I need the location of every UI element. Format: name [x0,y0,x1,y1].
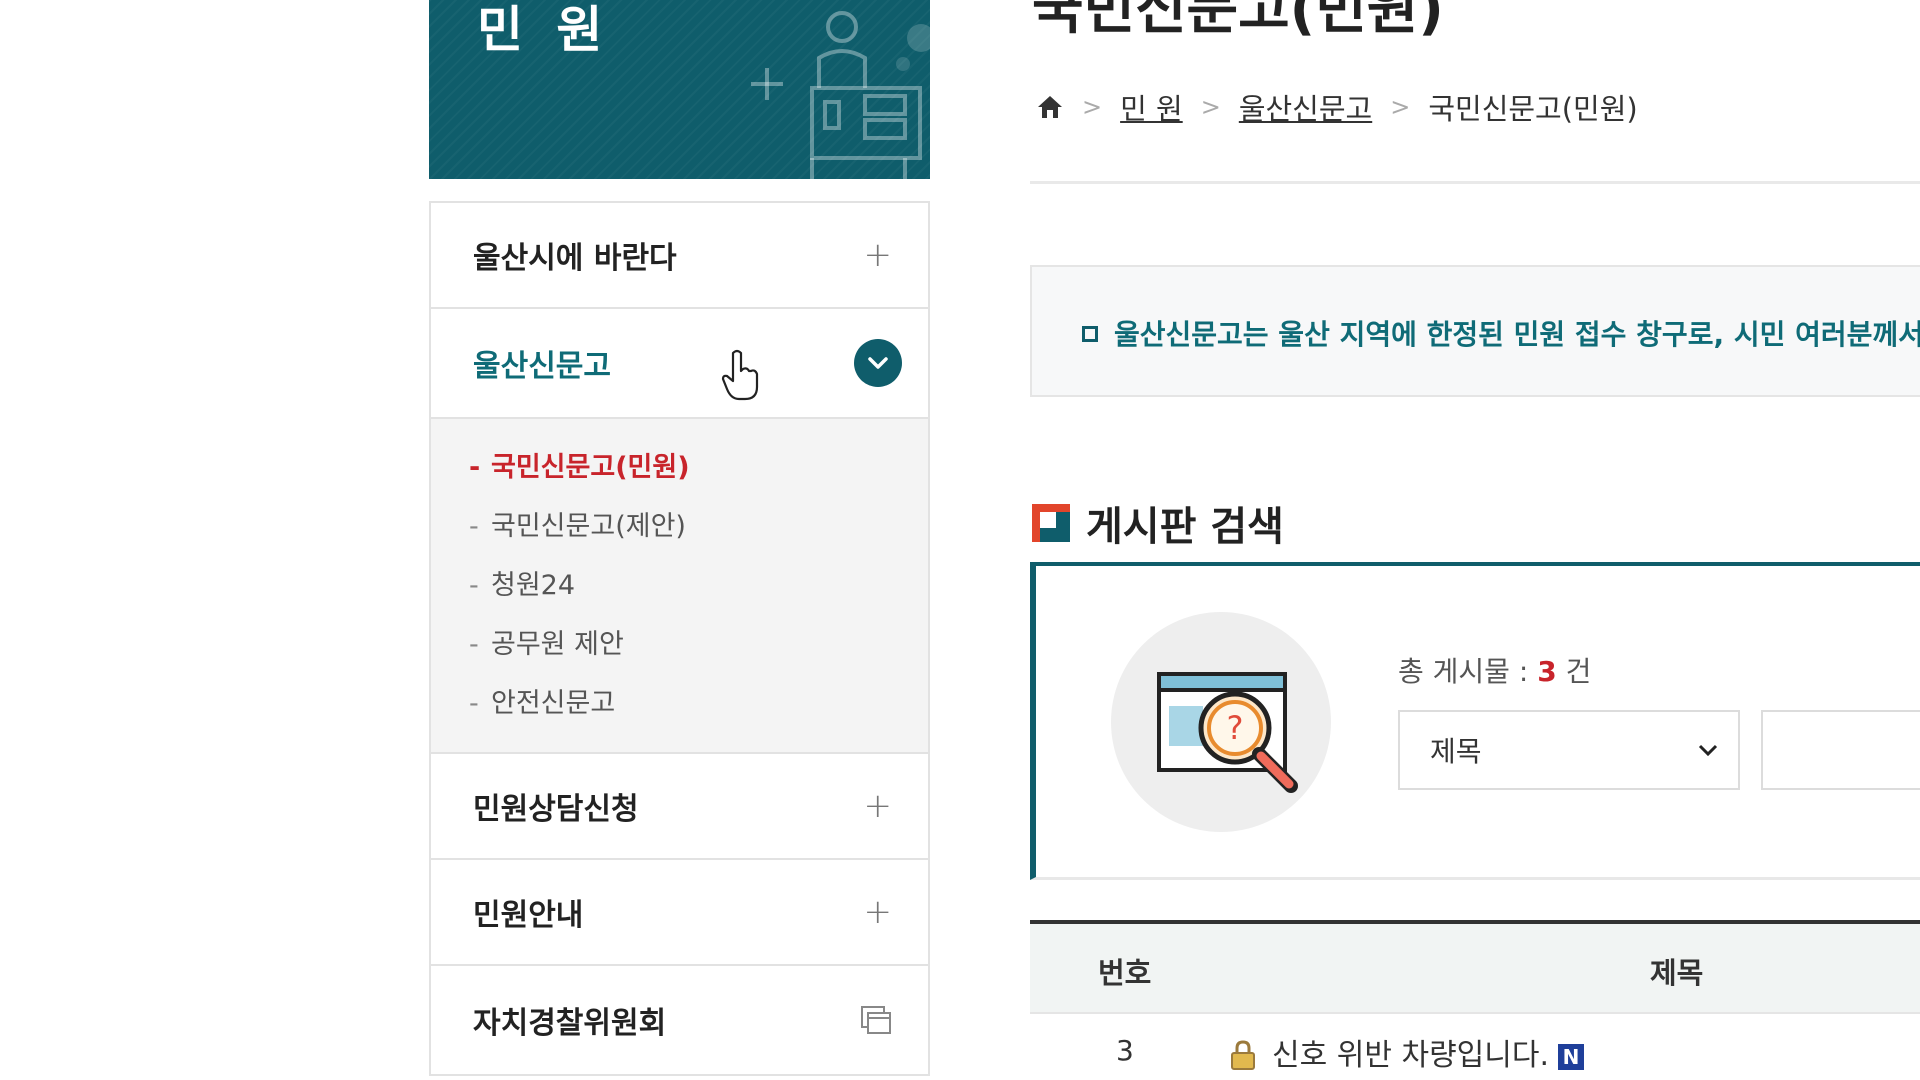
search-field-select[interactable]: 제목 [1398,710,1740,790]
breadcrumb-ulsan-sinmungo[interactable]: 울산신문고 [1239,86,1372,128]
new-badge: N [1558,1044,1584,1070]
sidebar-banner-title: 민 원 [477,1,611,59]
dash: - [469,629,479,660]
chevron-down-icon [1698,744,1718,756]
total-posts: 총 게시물 : 3 건 [1398,650,1591,690]
submenu-label: 안전신문고 [491,688,616,719]
sidebar-item-police-committee[interactable]: 자치경찰위원회 [431,966,928,1076]
sidebar-item-label: 자치경찰위원회 [473,1006,667,1041]
search-box: ? 총 게시물 : 3 건 제목 [1030,562,1920,880]
breadcrumb-civil[interactable]: 민 원 [1120,86,1183,128]
hand-cursor [721,349,759,401]
breadcrumb-separator: > [1390,93,1411,121]
square-bullet-icon [1082,326,1098,342]
lock-icon [1231,1040,1255,1070]
search-input[interactable] [1761,710,1920,790]
desk-person-illustration [751,11,930,179]
breadcrumb-separator: > [1082,93,1103,121]
home-icon[interactable] [1036,94,1064,120]
row-title-link[interactable]: 신호 위반 차량입니다. [1272,1030,1549,1074]
select-value: 제목 [1430,735,1482,768]
svg-text:?: ? [1227,709,1244,747]
section-title-label: 게시판 검색 [1086,504,1284,550]
submenu-item-officer-proposal[interactable]: - 공무원 제안 [469,622,928,681]
section-square-icon [1032,504,1070,542]
sidebar-item-ulsan-wish[interactable]: 울산시에 바란다 + [431,203,928,309]
total-label: 총 게시물 : [1398,655,1538,688]
submenu-label: 청원24 [491,570,576,601]
new-window-icon [861,1006,891,1034]
plus-icon: + [863,235,893,275]
submenu-label: 공무원 제안 [491,629,624,660]
dash: - [469,570,479,601]
notice-box: 울산신문고는 울산 지역에 한정된 민원 접수 창구로, 시민 여러분께서 [1030,265,1920,397]
sidebar-item-label: 울산신문고 [473,349,611,384]
dash: - [469,688,479,719]
plus-icon: + [863,892,893,932]
submenu-item-epeople-proposal[interactable]: - 국민신문고(제안) [469,504,928,563]
total-unit: 건 [1556,655,1592,688]
search-illustration: ? [1111,612,1331,832]
divider [1030,181,1920,184]
sidebar-item-civil-consult[interactable]: 민원상담신청 + [431,754,928,860]
submenu-item-safety-sinmungo[interactable]: - 안전신문고 [469,681,928,740]
breadcrumb-current: 국민신문고(민원) [1428,92,1638,126]
sidebar-banner: 민 원 [429,0,930,179]
sidebar-item-label: 민원안내 [473,898,584,933]
submenu-label: 국민신문고(민원) [491,452,690,483]
column-header-number: 번호 [1098,956,1152,990]
dash: - [469,511,479,542]
page-title: 국민신문고(민원) [1032,0,1444,42]
breadcrumb-separator: > [1200,93,1221,121]
sidebar-item-ulsan-sinmungo[interactable]: 울산신문고 [431,309,928,419]
section-title: 게시판 검색 [1032,494,1284,552]
chevron-down-icon[interactable] [854,339,902,387]
notice-text: 울산신문고는 울산 지역에 한정된 민원 접수 창구로, 시민 여러분께서 [1114,318,1920,351]
breadcrumb: > 민 원 > 울산신문고 > 국민신문고(민원) [1036,86,1638,128]
sidebar-item-label: 울산시에 바란다 [473,241,677,276]
column-header-title: 제목 [1650,956,1704,990]
submenu-item-petition24[interactable]: - 청원24 [469,563,928,622]
plus-icon: + [863,786,893,826]
submenu: - 국민신문고(민원) - 국민신문고(제안) - 청원24 - 공무원 제안 - 안전신… [431,419,928,754]
sidebar-item-label: 민원상담신청 [473,792,639,827]
total-count: 3 [1537,655,1557,688]
dash: - [469,452,481,483]
sidebar-item-civil-guide[interactable]: 민원안내 + [431,860,928,966]
table-row[interactable]: 3 신호 위반 차량입니다. N [1030,1014,1920,1080]
sidebar-menu: 울산시에 바란다 + 울산신문고 - 국민신문고(민원) - 국민신문고(제안) -… [429,201,930,1076]
submenu-item-epeople-civil[interactable]: - 국민신문고(민원) [469,445,928,504]
row-number: 3 [1116,1034,1134,1067]
table-header: 번호 제목 [1030,920,1920,1012]
submenu-label: 국민신문고(제안) [491,511,686,542]
